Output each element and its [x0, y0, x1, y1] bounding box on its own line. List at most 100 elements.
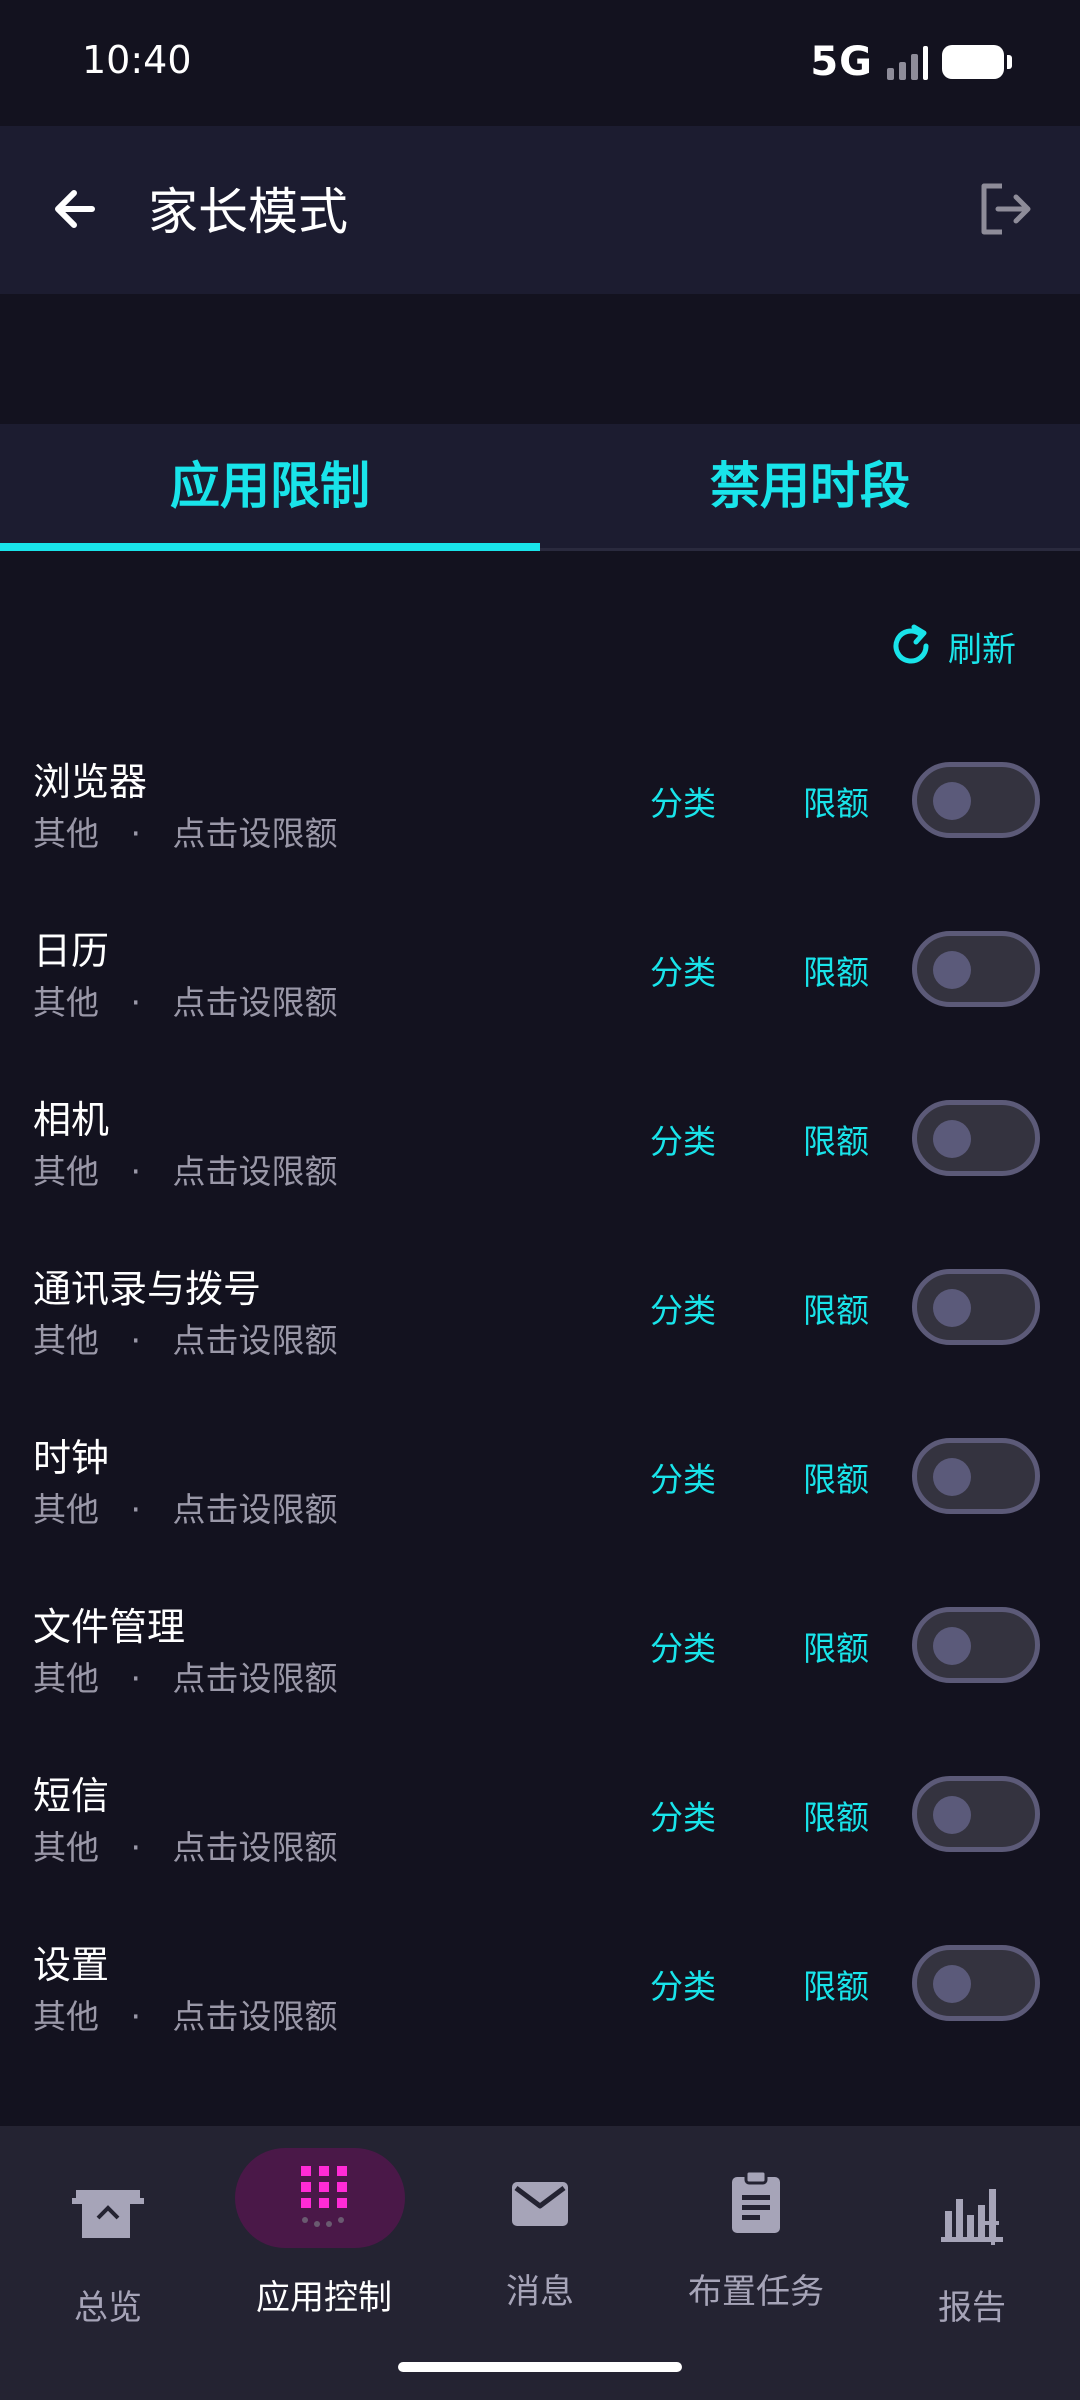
app-row: 通讯录与拨号 其他 · 点击设限额 分类 限额 [0, 1227, 1080, 1396]
app-toggle[interactable] [912, 931, 1040, 1007]
quota-button[interactable]: 限额 [803, 1458, 869, 1502]
home-indicator[interactable] [398, 2362, 682, 2372]
nav-overview[interactable]: 总览 [0, 2126, 216, 2366]
app-subtitle[interactable]: 其他 · 点击设限额 [33, 1488, 337, 1532]
app-row: 时钟 其他 · 点击设限额 分类 限额 [0, 1396, 1080, 1565]
separator: · [130, 983, 141, 1022]
app-toggle[interactable] [912, 762, 1040, 838]
nav-label: 布置任务 [688, 2272, 824, 2312]
quota-hint: 点击设限额 [172, 1152, 338, 1191]
quota-button[interactable]: 限额 [803, 1796, 869, 1840]
separator: · [130, 1152, 141, 1191]
app-category: 其他 [33, 1321, 99, 1360]
category-button[interactable]: 分类 [650, 1796, 716, 1840]
app-toggle[interactable] [912, 1607, 1040, 1683]
separator: · [130, 1659, 141, 1698]
nav-label: 应用控制 [256, 2278, 392, 2318]
app-name: 通讯录与拨号 [33, 1267, 262, 1311]
tab-app-limits[interactable]: 应用限制 [0, 424, 540, 551]
app-subtitle[interactable]: 其他 · 点击设限额 [33, 1150, 337, 1194]
toggle-knob [933, 1458, 971, 1496]
quota-button[interactable]: 限额 [803, 1289, 869, 1333]
quota-hint: 点击设限额 [172, 1997, 338, 2036]
bar-chart-icon [924, 2168, 1020, 2264]
quota-hint: 点击设限额 [172, 1321, 338, 1360]
category-button[interactable]: 分类 [650, 1120, 716, 1164]
refresh-button[interactable]: 刷新 [886, 618, 1016, 674]
back-button[interactable] [40, 174, 110, 244]
tab-blocked-periods[interactable]: 禁用时段 [540, 424, 1080, 548]
category-button[interactable]: 分类 [650, 951, 716, 995]
category-button[interactable]: 分类 [650, 1965, 716, 2009]
clipboard-icon [708, 2154, 804, 2250]
app-category: 其他 [33, 1490, 99, 1529]
tab-bar: 应用限制 禁用时段 [0, 424, 1080, 551]
app-toggle[interactable] [912, 1438, 1040, 1514]
app-name: 设置 [33, 1943, 110, 1987]
toggle-knob [933, 1120, 971, 1158]
quota-hint: 点击设限额 [172, 1490, 338, 1529]
quota-button[interactable]: 限额 [803, 951, 869, 995]
toggle-knob [933, 1627, 971, 1665]
separator: · [130, 1828, 141, 1867]
app-row: 相机 其他 · 点击设限额 分类 限额 [0, 1058, 1080, 1227]
app-subtitle[interactable]: 其他 · 点击设限额 [33, 1657, 337, 1701]
page-title: 家长模式 [148, 183, 348, 241]
app-toggle[interactable] [912, 1100, 1040, 1176]
app-subtitle[interactable]: 其他 · 点击设限额 [33, 1826, 337, 1870]
quota-button[interactable]: 限额 [803, 1965, 869, 2009]
app-name: 文件管理 [33, 1605, 186, 1649]
app-category: 其他 [33, 983, 99, 1022]
app-row: 日历 其他 · 点击设限额 分类 限额 [0, 889, 1080, 1058]
toggle-knob [933, 1796, 971, 1834]
signal-icon [887, 44, 928, 80]
separator: · [130, 814, 141, 853]
status-bar: 10:40 5G [0, 0, 1080, 126]
mail-icon [492, 2156, 588, 2252]
app-name: 短信 [33, 1774, 110, 1818]
app-subtitle[interactable]: 其他 · 点击设限额 [33, 1995, 337, 2039]
app-subtitle[interactable]: 其他 · 点击设限额 [33, 812, 337, 856]
nav-app-control[interactable]: 应用控制 [216, 2126, 432, 2366]
quota-button[interactable]: 限额 [803, 782, 869, 826]
battery-icon [942, 45, 1012, 79]
app-toggle[interactable] [912, 1945, 1040, 2021]
app-toggle[interactable] [912, 1776, 1040, 1852]
app-row: 短信 其他 · 点击设限额 分类 限额 [0, 1734, 1080, 1903]
toggle-knob [933, 1965, 971, 2003]
nav-messages[interactable]: 消息 [432, 2126, 648, 2366]
category-button[interactable]: 分类 [650, 1458, 716, 1502]
quota-hint: 点击设限额 [172, 1828, 338, 1867]
nav-label: 报告 [938, 2288, 1006, 2328]
arrow-left-icon [55, 190, 95, 228]
category-button[interactable]: 分类 [650, 1289, 716, 1333]
network-type: 5G [810, 39, 873, 85]
app-subtitle[interactable]: 其他 · 点击设限额 [33, 1319, 337, 1363]
app-grid-icon [276, 2148, 372, 2248]
quota-hint: 点击设限额 [172, 814, 338, 853]
nav-report[interactable]: 报告 [864, 2126, 1080, 2366]
app-toggle[interactable] [912, 1269, 1040, 1345]
logout-button[interactable] [970, 174, 1040, 244]
status-indicators: 5G [810, 39, 1012, 85]
category-button[interactable]: 分类 [650, 1627, 716, 1671]
quota-hint: 点击设限额 [172, 983, 338, 1022]
app-subtitle[interactable]: 其他 · 点击设限额 [33, 981, 337, 1025]
nav-label: 总览 [74, 2288, 142, 2328]
nav-assign-task[interactable]: 布置任务 [648, 2126, 864, 2366]
app-category: 其他 [33, 1997, 99, 2036]
quota-button[interactable]: 限额 [803, 1627, 869, 1671]
quota-button[interactable]: 限额 [803, 1120, 869, 1164]
app-category: 其他 [33, 1659, 99, 1698]
app-category: 其他 [33, 814, 99, 853]
bottom-nav: 总览 应用控制 消息 布置任务 报告 [0, 2126, 1080, 2400]
refresh-icon [893, 624, 929, 664]
toggle-knob [933, 1289, 971, 1327]
refresh-label: 刷新 [948, 629, 1016, 670]
logout-icon [981, 183, 1031, 235]
category-button[interactable]: 分类 [650, 782, 716, 826]
separator: · [130, 1490, 141, 1529]
status-time: 10:40 [82, 38, 192, 82]
toggle-knob [933, 951, 971, 989]
app-name: 日历 [33, 929, 110, 973]
